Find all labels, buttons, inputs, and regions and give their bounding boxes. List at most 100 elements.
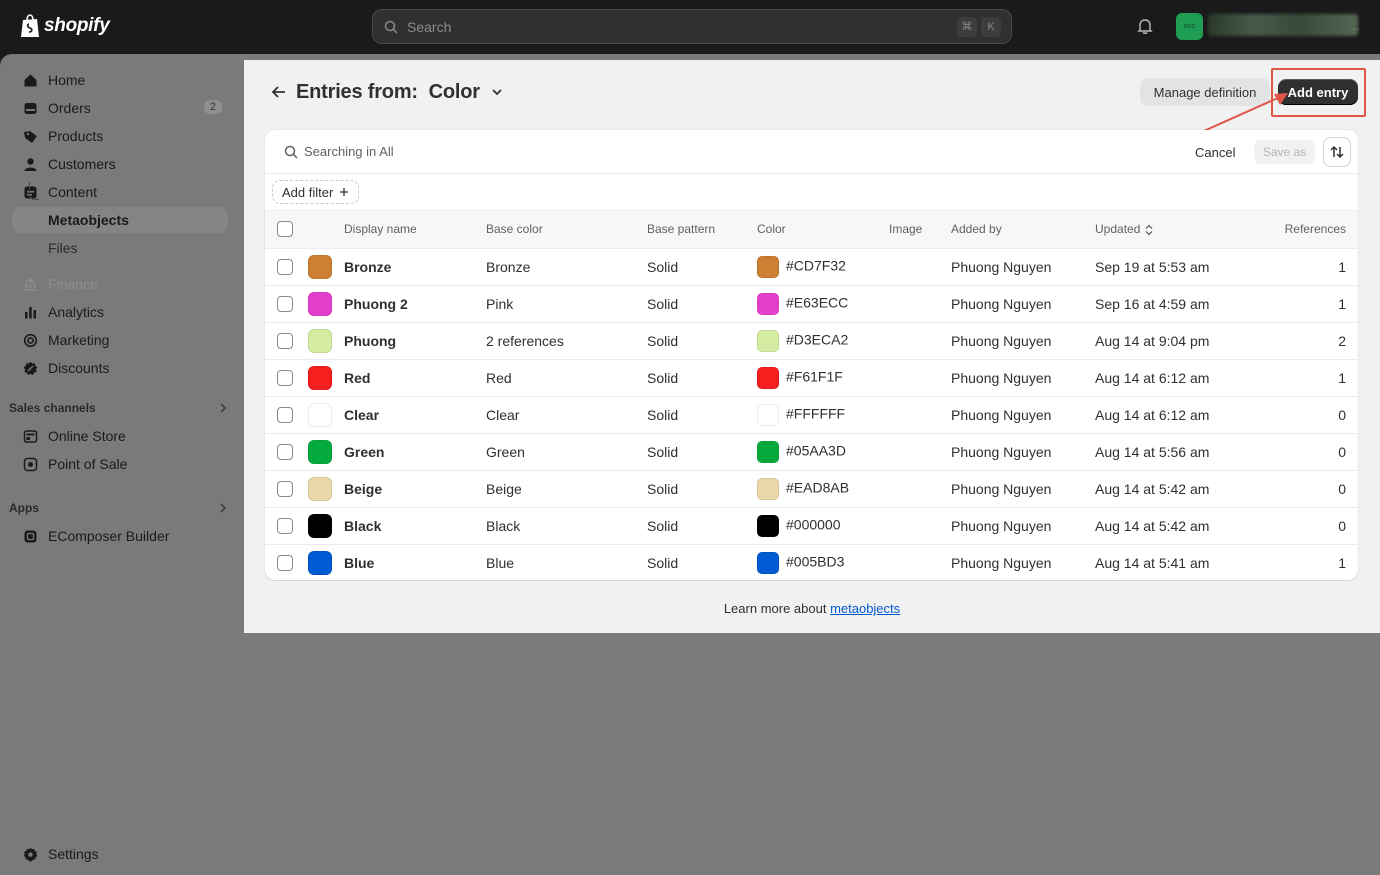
table-row[interactable]: Phuong 2 Pink Solid #E63ECC Phuong Nguyen Sep… [265, 285, 1358, 323]
discount-icon [23, 361, 37, 375]
store-icon [23, 429, 37, 443]
sidebar-item-ecomposer[interactable]: EComposer Builder [12, 523, 228, 549]
sidebar-item-metaobjects[interactable]: Metaobjects [12, 207, 228, 233]
row-checkbox[interactable] [277, 370, 293, 387]
base-color-cell: Green [486, 433, 647, 471]
table-row[interactable]: Black Black Solid #000000 Phuong Nguyen Aug 1… [265, 507, 1358, 545]
shortcut-k-key: K [981, 16, 1001, 37]
table-row[interactable]: Red Red Solid #F61F1F Phuong Nguyen Aug 14 at… [265, 359, 1358, 397]
search-placeholder: Search [407, 18, 452, 35]
shopify-logo[interactable]: shopify [20, 14, 110, 38]
add-entry-button[interactable]: Add entry [1278, 79, 1358, 105]
display-name-cell[interactable]: Green [344, 433, 486, 471]
base-color-cell: Beige [486, 470, 647, 508]
row-checkbox[interactable] [277, 296, 293, 313]
search-icon [384, 20, 398, 34]
display-name-cell[interactable]: Red [344, 359, 486, 397]
display-name-cell[interactable]: Clear [344, 396, 486, 434]
chevron-right-icon [220, 403, 227, 413]
references-cell: 2 [1245, 322, 1358, 360]
color-swatch [308, 291, 332, 316]
column-header[interactable]: References [1245, 211, 1358, 249]
search-icon [284, 145, 298, 159]
more-dots[interactable]: .. [1352, 18, 1359, 33]
sidebar-item-customers[interactable]: Customers [12, 151, 228, 177]
image-cell [889, 322, 951, 360]
row-checkbox[interactable] [277, 481, 293, 498]
display-name-cell[interactable]: Bronze [344, 248, 486, 286]
sidebar-item-label: Marketing [48, 332, 110, 348]
hex-value: #E63ECC [786, 294, 849, 311]
added-by-cell: Phuong Nguyen [951, 359, 1095, 397]
sidebar-item-online-store[interactable]: Online Store [12, 423, 228, 449]
added-by-cell: Phuong Nguyen [951, 396, 1095, 434]
apps-heading[interactable]: Apps [9, 498, 229, 518]
sidebar-item-analytics[interactable]: Analytics [12, 299, 228, 325]
hex-value: #05AA3D [786, 442, 846, 459]
display-name-cell[interactable]: Black [344, 507, 486, 545]
column-header[interactable]: Base pattern [647, 211, 757, 249]
shortcut-cmd-key: ⌘ [957, 16, 977, 37]
table-row[interactable]: Beige Beige Solid #EAD8AB Phuong Nguyen Aug 1… [265, 470, 1358, 508]
column-header[interactable]: Color [757, 211, 889, 249]
row-checkbox[interactable] [277, 518, 293, 535]
sidebar-item-finance: Finance [12, 271, 228, 297]
bell-icon[interactable] [1136, 17, 1154, 35]
global-search[interactable]: Search ⌘ K [372, 9, 1012, 44]
sidebar-item-marketing[interactable]: Marketing [12, 327, 228, 353]
sidebar-item-point-of-sale[interactable]: Point of Sale [12, 451, 228, 477]
row-checkbox[interactable] [277, 444, 293, 461]
row-checkbox[interactable] [277, 259, 293, 276]
sales-channels-heading[interactable]: Sales channels [9, 398, 229, 418]
row-checkbox[interactable] [277, 555, 293, 572]
base-color-cell: Clear [486, 396, 647, 434]
column-header[interactable]: Added by [951, 211, 1095, 249]
add-filter-button[interactable]: Add filter [272, 180, 360, 204]
row-checkbox[interactable] [277, 333, 293, 350]
updated-cell: Aug 14 at 6:12 am [1095, 359, 1245, 397]
table-row[interactable]: Clear Clear Solid #FFFFFF Phuong Nguyen Aug 1… [265, 396, 1358, 434]
row-checkbox[interactable] [277, 407, 293, 424]
chevron-down-icon[interactable] [490, 85, 504, 99]
display-name-cell[interactable]: Phuong 2 [344, 285, 486, 323]
display-name-cell[interactable]: Beige [344, 470, 486, 508]
added-by-cell: Phuong Nguyen [951, 248, 1095, 286]
base-color-cell: Pink [486, 285, 647, 323]
table-row[interactable]: Green Green Solid #05AA3D Phuong Nguyen Aug 1… [265, 433, 1358, 471]
hex-value: #005BD3 [786, 553, 845, 570]
sidebar-item-discounts[interactable]: Discounts [12, 355, 228, 381]
table-row[interactable]: Phuong 2 references Solid #D3ECA2 Phuong Ngu… [265, 322, 1358, 360]
back-arrow-icon[interactable] [270, 83, 288, 101]
sidebar-item-products[interactable]: Products [12, 123, 228, 149]
table-row[interactable]: Bronze Bronze Solid #CD7F32 Phuong Nguyen Sep… [265, 248, 1358, 286]
column-header[interactable]: Display name [344, 211, 486, 249]
column-header[interactable]: Base color [486, 211, 647, 249]
select-all-checkbox[interactable] [277, 221, 293, 238]
sidebar-item-content[interactable]: Content [12, 179, 228, 205]
table-row[interactable]: Blue Blue Solid #005BD3 Phuong Nguyen Aug 14 … [265, 544, 1358, 580]
search-input[interactable]: Searching in All [304, 144, 394, 159]
sidebar-item-label: Discounts [48, 360, 110, 376]
updated-cell: Sep 19 at 5:53 am [1095, 248, 1245, 286]
references-cell: 1 [1338, 554, 1346, 571]
display-name-cell[interactable]: Phuong [344, 322, 486, 360]
sidebar-item-files[interactable]: Files [12, 235, 228, 261]
sort-button[interactable] [1323, 137, 1351, 167]
avatar[interactable]: eco [1176, 13, 1203, 40]
display-name-cell[interactable]: Blue [344, 544, 486, 580]
store-name-blurred[interactable] [1208, 14, 1358, 36]
column-header[interactable]: Image [889, 211, 951, 249]
sidebar-item-label: Home [48, 72, 86, 88]
base-color-cell: Blue [486, 554, 515, 571]
cancel-button[interactable]: Cancel [1195, 141, 1235, 163]
sidebar-item-orders[interactable]: Orders 2 [12, 95, 228, 121]
color-chip [757, 329, 779, 352]
apps-label: Apps [9, 501, 39, 515]
metaobjects-link[interactable]: metaobjects [830, 601, 900, 616]
manage-definition-button[interactable]: Manage definition [1140, 78, 1270, 106]
sidebar-item-settings[interactable]: Settings [12, 841, 228, 867]
sort-indicator-icon [1145, 224, 1153, 236]
column-header-updated[interactable]: Updated [1095, 211, 1245, 249]
sidebar-item-home[interactable]: Home [12, 67, 228, 93]
save-as-button[interactable]: Save as [1254, 140, 1315, 164]
